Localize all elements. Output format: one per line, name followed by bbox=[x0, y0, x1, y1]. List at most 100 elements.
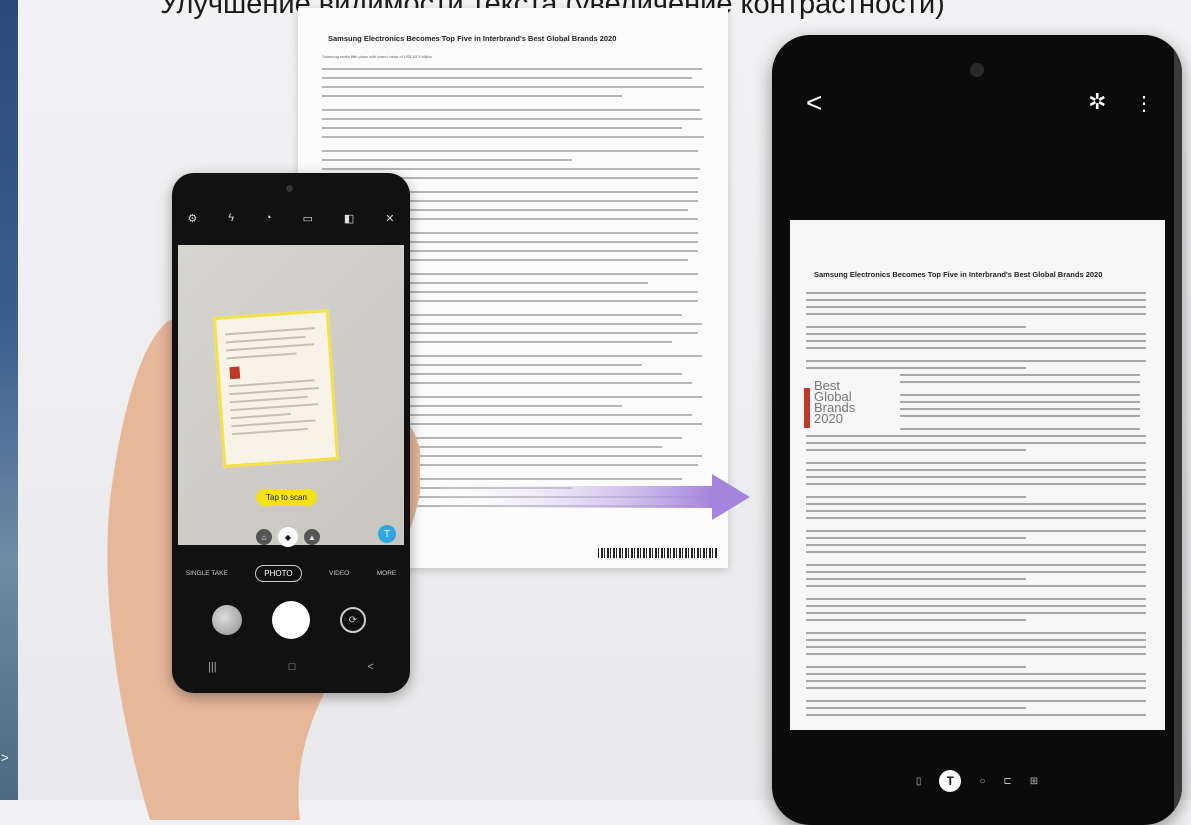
text-line bbox=[806, 517, 1146, 519]
grid-icon[interactable]: ⊞ bbox=[1030, 776, 1038, 787]
timer-icon[interactable]: ◔ bbox=[265, 212, 272, 224]
switch-camera-icon[interactable]: ⟳ bbox=[340, 607, 366, 633]
text-line bbox=[388, 209, 688, 211]
rotate-icon[interactable]: ○ bbox=[979, 776, 985, 787]
transform-arrow bbox=[440, 474, 750, 520]
text-line bbox=[806, 469, 1146, 471]
text-line bbox=[806, 340, 1146, 342]
text-line bbox=[322, 77, 692, 79]
enhanced-document: Samsung Electronics Becomes Top Five in … bbox=[790, 220, 1165, 730]
text-line bbox=[806, 578, 1026, 580]
text-line bbox=[322, 136, 704, 138]
text-line bbox=[806, 435, 1146, 437]
mode-more[interactable]: MORE bbox=[377, 570, 397, 577]
text-line bbox=[806, 449, 1026, 451]
document-headline: Samsung Electronics Becomes Top Five in … bbox=[814, 270, 1103, 279]
settings-icon[interactable]: ⚙ bbox=[187, 212, 197, 225]
text-line bbox=[322, 127, 682, 129]
text-line bbox=[900, 401, 1140, 403]
camera-modes: SINGLE TAKE PHOTO VIDEO MORE bbox=[172, 565, 410, 582]
filter-icon[interactable]: ✕ bbox=[385, 212, 394, 225]
text-line bbox=[388, 218, 698, 220]
text-line bbox=[806, 503, 1146, 505]
text-line bbox=[806, 598, 1146, 600]
text-line bbox=[388, 177, 698, 179]
strip-arrow-icon: > bbox=[1, 750, 9, 765]
document-subline: Samsung ranks fifth place with brand val… bbox=[322, 54, 432, 59]
text-line bbox=[388, 232, 698, 234]
text-line bbox=[900, 374, 1140, 376]
lens-tele-option[interactable]: ▲ bbox=[304, 529, 320, 545]
text-line bbox=[322, 118, 702, 120]
ratio-icon[interactable]: ▭ bbox=[303, 212, 313, 225]
enhance-icon[interactable]: ✲ bbox=[1088, 89, 1106, 115]
adjust-icon[interactable]: ⊏ bbox=[1003, 776, 1011, 787]
text-line bbox=[806, 292, 1146, 294]
text-line bbox=[388, 291, 698, 293]
front-camera bbox=[970, 63, 984, 77]
text-line bbox=[806, 666, 1026, 668]
lens-wide-option[interactable]: ⌂ bbox=[256, 529, 272, 545]
motion-icon[interactable]: ◧ bbox=[344, 212, 354, 225]
system-nav-bar: ||| □ < bbox=[172, 661, 410, 673]
text-line bbox=[388, 259, 688, 261]
text-line bbox=[322, 86, 704, 88]
text-line bbox=[806, 347, 1146, 349]
barcode bbox=[598, 548, 718, 558]
text-line bbox=[806, 687, 1146, 689]
phone-edge bbox=[1174, 35, 1182, 825]
flash-icon[interactable]: ϟ bbox=[228, 212, 234, 224]
text-line bbox=[900, 394, 1140, 396]
text-line bbox=[806, 306, 1146, 308]
text-line bbox=[322, 150, 698, 152]
text-line bbox=[806, 700, 1146, 702]
lens-main-option[interactable]: ◆ bbox=[278, 527, 298, 547]
crop-icon[interactable]: ▯ bbox=[916, 776, 922, 787]
scene-optimizer-button[interactable]: T bbox=[378, 525, 396, 543]
text-line bbox=[388, 273, 698, 275]
text-line bbox=[322, 95, 622, 97]
more-options-icon[interactable]: ⋮ bbox=[1134, 91, 1154, 116]
back-arrow-icon[interactable]: < bbox=[806, 87, 822, 119]
scanning-phone: ⚙ ϟ ◔ ▭ ◧ ✕ Tap to scan ⌂ ◆ ▲ T SINGLE T… bbox=[172, 173, 410, 693]
document-toolbar: ▯ T ○ ⊏ ⊞ bbox=[772, 770, 1182, 792]
text-line bbox=[806, 510, 1146, 512]
text-line bbox=[806, 326, 1026, 328]
text-line bbox=[322, 109, 700, 111]
text-line bbox=[322, 68, 702, 70]
text-line bbox=[900, 415, 1140, 417]
text-line bbox=[900, 408, 1140, 410]
text-line bbox=[806, 442, 1146, 444]
text-line bbox=[806, 707, 1026, 709]
text-line bbox=[900, 381, 1140, 383]
text-line bbox=[322, 159, 572, 161]
shutter-button[interactable] bbox=[272, 601, 310, 639]
document-headline: Samsung Electronics Becomes Top Five in … bbox=[328, 34, 617, 43]
tap-to-scan-button[interactable]: Tap to scan bbox=[256, 489, 317, 506]
gallery-thumbnail[interactable] bbox=[212, 605, 242, 635]
mode-single-take[interactable]: SINGLE TAKE bbox=[186, 570, 228, 577]
text-line bbox=[806, 313, 1146, 315]
text-line bbox=[806, 564, 1146, 566]
front-camera bbox=[286, 185, 293, 192]
brand-badge bbox=[804, 388, 810, 428]
text-line bbox=[806, 462, 1146, 464]
text-line bbox=[900, 428, 1140, 430]
text-extract-button[interactable]: T bbox=[939, 770, 962, 792]
text-line bbox=[806, 476, 1146, 478]
camera-toolbar: ⚙ ϟ ◔ ▭ ◧ ✕ bbox=[172, 201, 410, 235]
lens-selector: ⌂ ◆ ▲ bbox=[256, 527, 320, 547]
text-line bbox=[806, 653, 1146, 655]
recents-icon[interactable]: ||| bbox=[208, 661, 217, 673]
text-line bbox=[388, 250, 698, 252]
text-line bbox=[806, 714, 1146, 716]
text-line bbox=[322, 168, 700, 170]
mode-video[interactable]: VIDEO bbox=[329, 570, 349, 577]
mode-photo[interactable]: PHOTO bbox=[255, 565, 302, 582]
text-line bbox=[806, 632, 1146, 634]
back-icon[interactable]: < bbox=[368, 661, 374, 673]
background-strip: > bbox=[0, 0, 18, 800]
home-icon[interactable]: □ bbox=[289, 661, 296, 673]
text-line bbox=[806, 646, 1146, 648]
text-line bbox=[806, 551, 1146, 553]
